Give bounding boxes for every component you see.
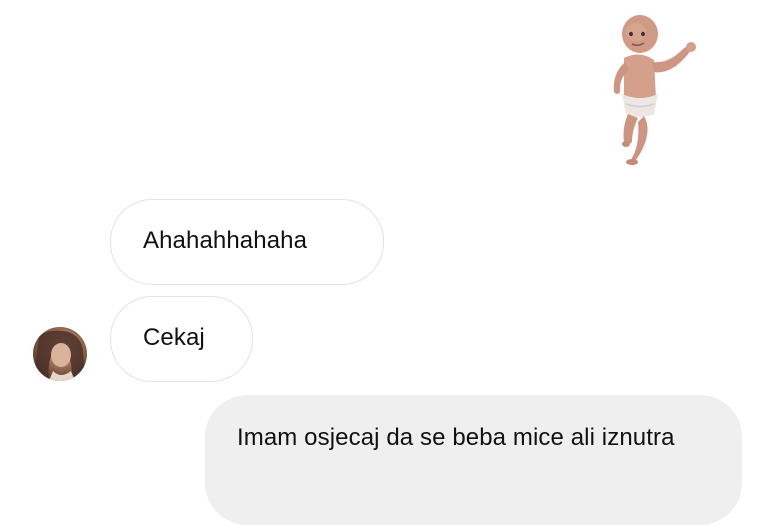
- received-message-bubble[interactable]: Cekaj: [110, 296, 253, 382]
- message-text: Ahahahhahaha: [143, 227, 308, 254]
- avatar-photo-icon: [33, 330, 85, 381]
- sent-message-bubble[interactable]: Imam osjecaj da se beba mice ali iznutra: [205, 395, 742, 525]
- dancing-baby-sticker[interactable]: [596, 10, 704, 168]
- message-text: Cekaj: [143, 324, 205, 351]
- received-message-bubble[interactable]: Ahahahhahaha: [110, 199, 384, 285]
- message-text: Imam osjecaj da se beba mice ali iznutra: [237, 424, 675, 451]
- chat-thread: Ahahahhahaha Cekaj Imam osjecaj da se be…: [0, 0, 765, 525]
- contact-avatar[interactable]: [33, 327, 87, 381]
